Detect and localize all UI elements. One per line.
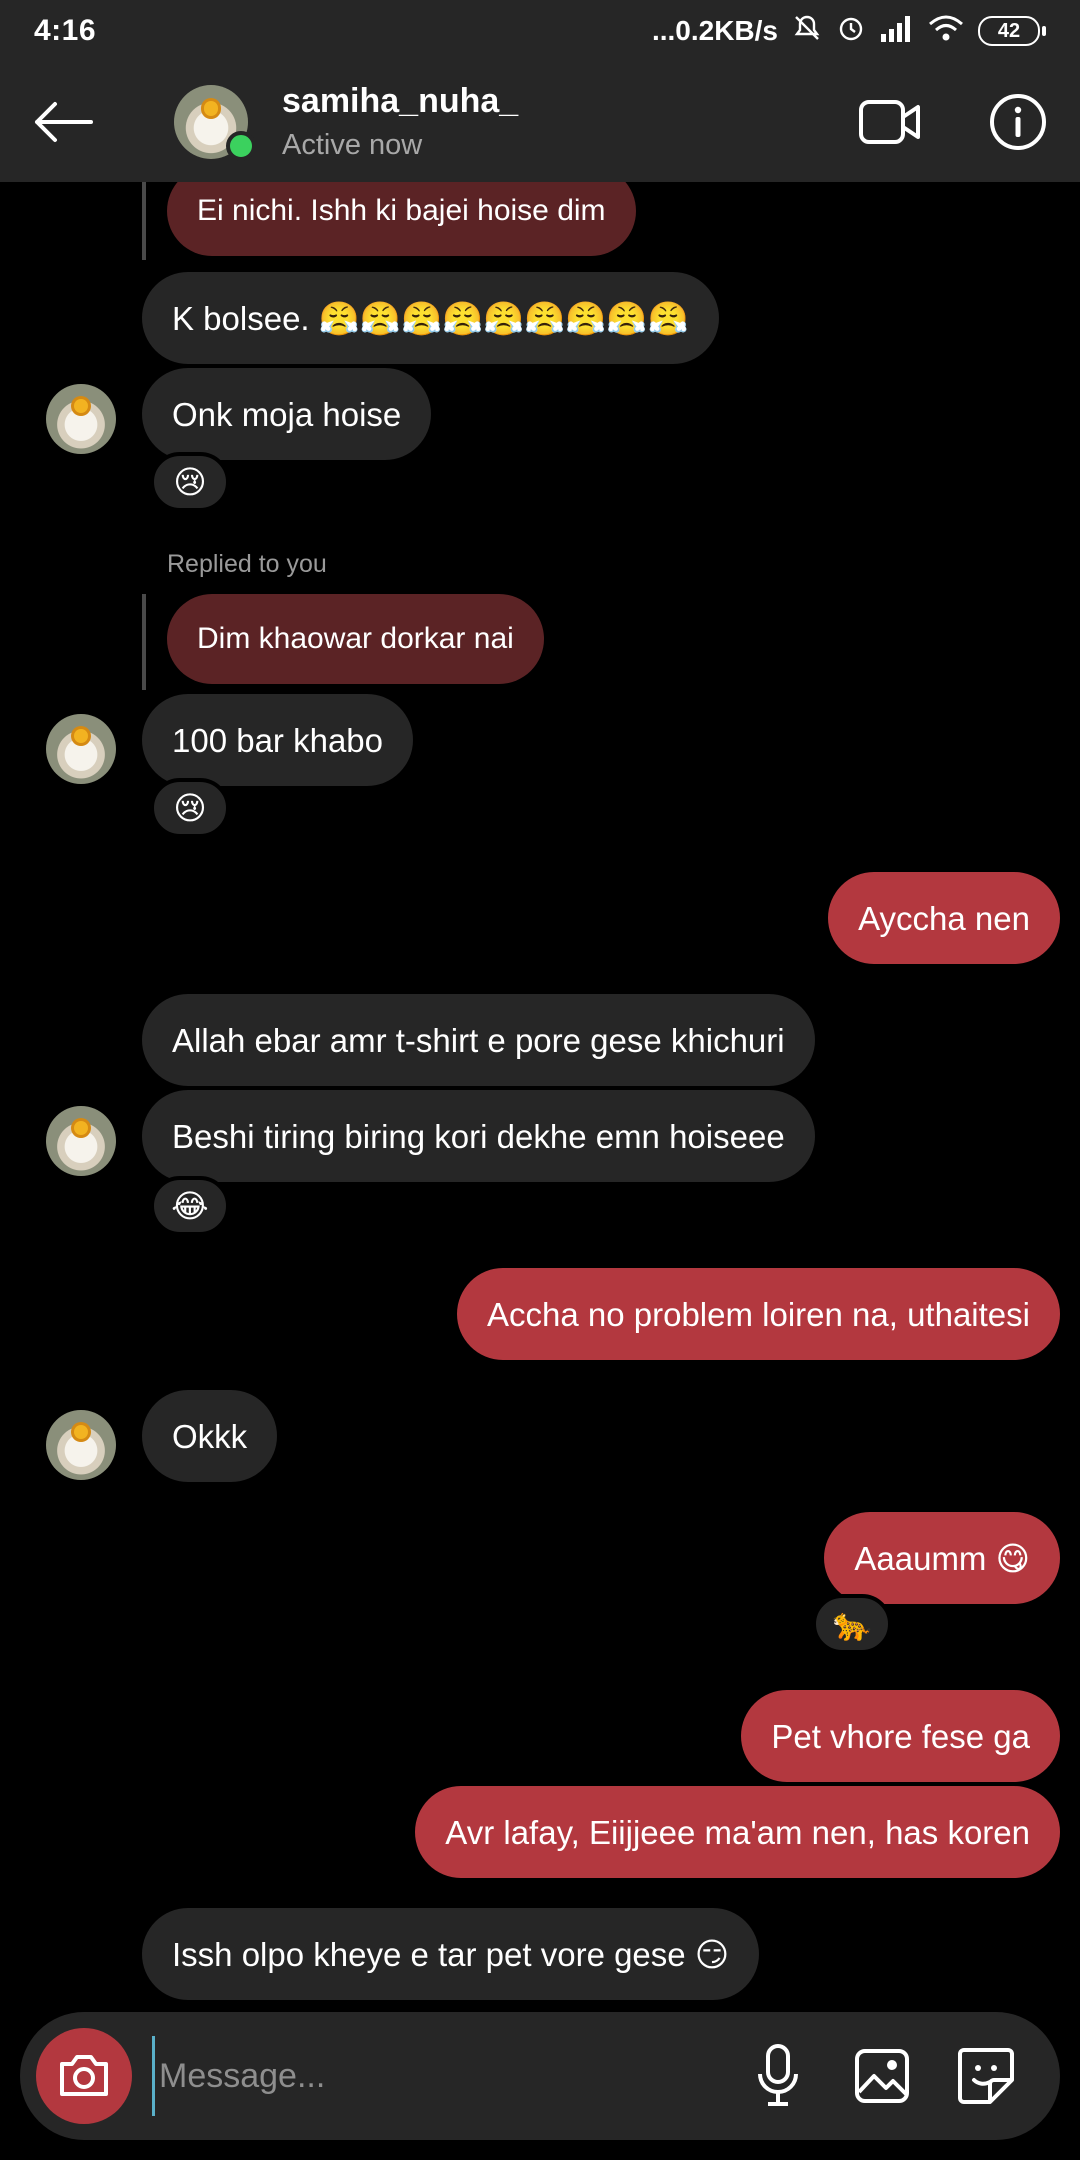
outgoing-message[interactable]: Aaaumm 😋	[824, 1512, 1060, 1604]
sender-avatar[interactable]	[46, 1106, 116, 1176]
outgoing-message[interactable]: Ayccha nen	[828, 872, 1060, 964]
outgoing-message[interactable]: Avr lafay, Eiijjeee ma'am nen, has koren	[415, 1786, 1060, 1878]
wifi-icon	[928, 14, 964, 49]
battery-level: 42	[978, 16, 1040, 46]
back-arrow-icon	[35, 102, 93, 142]
camera-icon	[60, 2055, 108, 2096]
voice-message-button[interactable]	[748, 2044, 808, 2106]
battery-icon: 42	[978, 16, 1046, 46]
incoming-message[interactable]: Allah ebar amr t-shirt e pore gese khich…	[142, 994, 815, 1086]
gallery-button[interactable]	[852, 2046, 912, 2106]
outgoing-message[interactable]: Pet vhore fese ga	[741, 1690, 1060, 1782]
incoming-message[interactable]: Onk moja hoise	[142, 368, 432, 460]
status-time: 4:16	[34, 14, 97, 47]
message-reaction[interactable]: 🐆	[812, 1594, 892, 1654]
message-reaction[interactable]: 😂	[150, 1176, 230, 1236]
username: samiha_nuha_	[282, 82, 519, 120]
video-call-icon	[859, 100, 920, 144]
video-call-button[interactable]	[856, 88, 924, 156]
online-indicator	[226, 131, 256, 161]
sender-avatar[interactable]	[46, 714, 116, 784]
incoming-message[interactable]: Issh olpo kheye e tar pet vore gese 😏	[142, 1908, 760, 2000]
message-thread[interactable]: Ei nichi. Ishh ki bajei hoise dim K bols…	[0, 182, 1080, 2020]
mute-icon	[792, 13, 822, 50]
quote-indicator	[142, 594, 146, 690]
camera-button[interactable]	[36, 2028, 132, 2124]
info-icon	[990, 94, 1046, 150]
message-reaction[interactable]: 😢	[150, 778, 230, 838]
alarm-icon	[836, 13, 866, 50]
message-composer	[20, 2012, 1060, 2140]
message-reaction[interactable]: 😢	[150, 452, 230, 512]
sender-avatar[interactable]	[46, 384, 116, 454]
incoming-message[interactable]: K bolsee. 😤😤😤😤😤😤😤😤😤	[142, 272, 719, 364]
sticker-icon	[958, 2048, 1014, 2104]
sticker-button[interactable]	[956, 2046, 1016, 2106]
status-indicators: ...0.2KB/s 42	[652, 13, 1046, 50]
status-bar: 4:16 ...0.2KB/s 42	[0, 0, 1080, 62]
network-speed: ...0.2KB/s	[651, 15, 778, 46]
microphone-icon	[758, 2044, 798, 2106]
message-input[interactable]	[152, 2036, 712, 2116]
incoming-message[interactable]: 100 bar khabo	[142, 694, 414, 786]
incoming-message[interactable]: Beshi tiring biring kori dekhe emn hoise…	[142, 1090, 815, 1182]
chat-header: samiha_nuha_ Active now	[0, 62, 1080, 182]
quoted-message[interactable]: Ei nichi. Ishh ki bajei hoise dim	[167, 182, 636, 256]
sender-avatar[interactable]	[46, 1410, 116, 1480]
reply-label: Replied to you	[167, 550, 327, 578]
back-button[interactable]	[28, 87, 98, 157]
presence-status: Active now	[282, 129, 423, 161]
outgoing-message[interactable]: Accha no problem loiren na, uthaitesi	[457, 1268, 1060, 1360]
contact-title[interactable]: samiha_nuha_ Active now	[282, 82, 518, 162]
quoted-message[interactable]: Dim khaowar dorkar nai	[167, 594, 544, 684]
gallery-icon	[855, 2049, 909, 2103]
profile-avatar[interactable]	[174, 85, 256, 161]
info-button[interactable]	[984, 88, 1052, 156]
incoming-message[interactable]: Okkk	[142, 1390, 278, 1482]
quote-indicator	[142, 182, 146, 260]
signal-icon	[880, 14, 914, 49]
